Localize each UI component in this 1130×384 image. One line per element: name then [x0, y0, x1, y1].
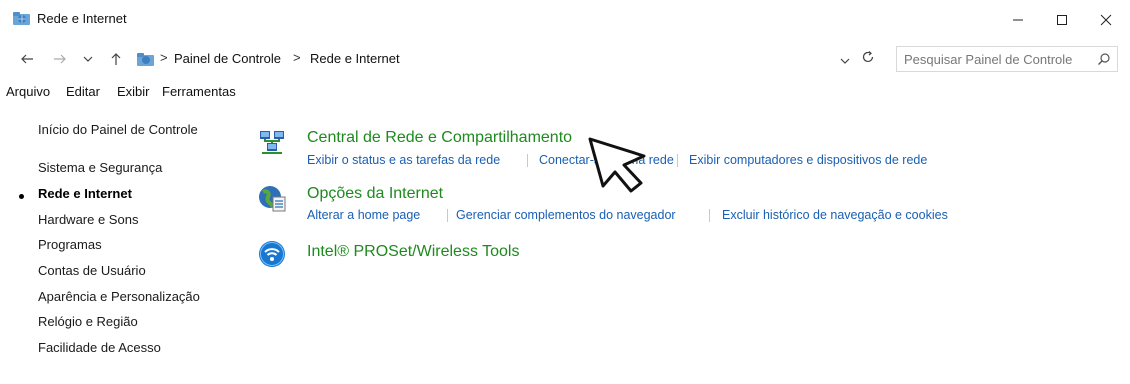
sidebar-item-relogio-e-regiao[interactable]: Relógio e Região [38, 314, 138, 329]
link-divider [709, 209, 710, 222]
chevron-down-icon [83, 56, 93, 62]
task-link-delete-history[interactable]: Excluir histórico de navegação e cookies [722, 208, 948, 222]
chevron-down-icon [840, 58, 850, 64]
breadcrumb-painel-de-controle[interactable]: Painel de Controle [174, 51, 281, 66]
refresh-icon [862, 51, 874, 63]
maximize-button[interactable] [1040, 8, 1084, 32]
address-row: > Painel de Controle > Rede e Internet P… [0, 44, 1130, 74]
menu-bar: Arquivo Editar Exibir Ferramentas [0, 82, 1130, 104]
search-icon[interactable] [1097, 52, 1111, 71]
menu-ferramentas[interactable]: Ferramentas [162, 84, 236, 99]
active-bullet [19, 194, 24, 199]
task-link-view-network-devices[interactable]: Exibir computadores e dispositivos de re… [689, 153, 927, 167]
minimize-icon [1012, 14, 1024, 26]
sidebar-item-hardware-e-sons[interactable]: Hardware e Sons [38, 212, 138, 227]
link-divider [527, 154, 528, 167]
network-sharing-icon[interactable] [258, 128, 286, 156]
network-folder-icon [13, 11, 31, 25]
internet-options-icon[interactable] [258, 184, 286, 212]
back-button[interactable] [18, 51, 36, 67]
address-dropdown-button[interactable] [840, 52, 850, 70]
window-title: Rede e Internet [37, 11, 127, 26]
title-bar: Rede e Internet [0, 0, 1130, 40]
minimize-button[interactable] [996, 8, 1040, 32]
task-link-change-home-page[interactable]: Alterar a home page [307, 208, 420, 222]
sidebar-item-rede-e-internet: Rede e Internet [38, 186, 132, 201]
forward-arrow-icon [54, 54, 66, 64]
link-divider [677, 154, 678, 167]
sidebar-item-aparencia-e-personalizacao[interactable]: Aparência e Personalização [38, 289, 200, 304]
sidebar-home-link[interactable]: Início do Painel de Controle [38, 122, 198, 137]
menu-editar[interactable]: Editar [66, 84, 100, 99]
sidebar-item-sistema-e-seguranca[interactable]: Sistema e Segurança [38, 160, 162, 175]
up-arrow-icon [111, 53, 121, 65]
maximize-icon [1056, 14, 1068, 26]
forward-button[interactable] [51, 51, 69, 67]
close-button[interactable] [1084, 8, 1128, 32]
menu-arquivo[interactable]: Arquivo [6, 84, 50, 99]
sidebar-item-facilidade-de-acesso[interactable]: Facilidade de Acesso [38, 340, 161, 355]
close-icon [1100, 14, 1112, 26]
task-link-view-network-status[interactable]: Exibir o status e as tarefas da rede [307, 153, 500, 167]
category-title-internet-options[interactable]: Opções da Internet [307, 185, 443, 203]
back-arrow-icon [21, 54, 33, 64]
menu-exibir[interactable]: Exibir [117, 84, 150, 99]
refresh-button[interactable] [861, 50, 875, 69]
up-button[interactable] [107, 51, 125, 67]
address-bar[interactable]: > Painel de Controle > Rede e Internet [132, 46, 888, 72]
mouse-cursor-icon [587, 136, 649, 199]
breadcrumb-rede-e-internet[interactable]: Rede e Internet [310, 51, 400, 66]
wireless-icon[interactable] [258, 240, 286, 268]
sidebar-item-programas[interactable]: Programas [38, 237, 102, 252]
network-folder-icon [137, 52, 155, 66]
breadcrumb-separator: > [160, 50, 168, 65]
task-link-manage-addons[interactable]: Gerenciar complementos do navegador [456, 208, 676, 222]
link-divider [447, 209, 448, 222]
search-field[interactable]: Pesquisar Painel de Controle [896, 46, 1118, 72]
category-title-network-sharing[interactable]: Central de Rede e Compartilhamento [307, 129, 572, 147]
category-title-wireless-tools[interactable]: Intel® PROSet/Wireless Tools [307, 243, 519, 261]
recent-locations-button[interactable] [79, 51, 97, 67]
sidebar-item-contas-de-usuario[interactable]: Contas de Usuário [38, 263, 146, 278]
breadcrumb-separator: > [293, 50, 301, 65]
search-placeholder: Pesquisar Painel de Controle [904, 52, 1073, 67]
